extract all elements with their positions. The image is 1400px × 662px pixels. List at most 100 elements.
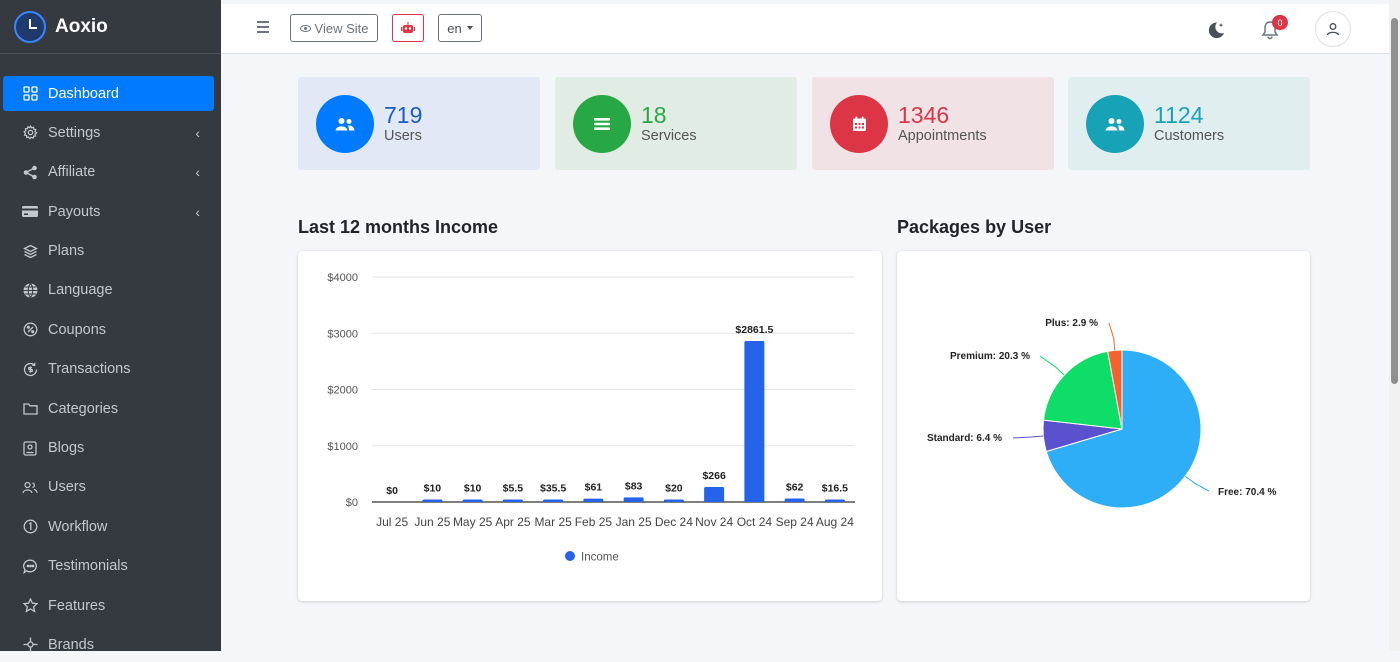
x-tick-label: Sep 24 [776, 515, 814, 529]
stat-card-appointments[interactable]: 1346 Appointments [812, 77, 1054, 170]
users-icon [22, 479, 38, 495]
income-bar-chart: $0 $1000 $2000 $3000 $4000 $0 Jul 25 $10 Jun 25 $… [327, 272, 855, 564]
folder-icon [22, 401, 38, 417]
x-tick-label: May 25 [453, 515, 493, 529]
x-tick-label: Jul 25 [376, 515, 408, 529]
workflow-icon [22, 519, 38, 535]
bar-data-label: $0 [386, 485, 398, 497]
income-bar[interactable] [824, 499, 845, 503]
users-icon [316, 95, 374, 153]
x-tick-label: Jan 25 [616, 515, 652, 529]
stat-value: 18 [641, 102, 667, 128]
globe-icon [22, 282, 38, 298]
income-bar[interactable] [543, 499, 564, 503]
bar-data-label: $61 [585, 482, 603, 494]
bar-data-label: $5.5 [503, 483, 524, 495]
stat-card-services[interactable]: 18 Services [555, 77, 797, 170]
sidebar-item-label: Transactions [48, 361, 131, 378]
sidebar-item-users[interactable]: Users [3, 470, 214, 505]
notification-badge: 0 [1272, 15, 1288, 30]
sidebar-item-affiliate[interactable]: Affiliate ‹ [3, 155, 214, 190]
income-bar[interactable] [422, 499, 443, 503]
income-bar[interactable] [462, 499, 483, 503]
sidebar-menu: Dashboard Settings ‹ Affiliate ‹ Payouts ‹ Plan… [0, 54, 221, 662]
credit-card-icon [22, 204, 38, 220]
sidebar: Aoxio Dashboard Settings ‹ Affiliate ‹ Payout… [0, 0, 221, 653]
x-tick-label: Apr 25 [495, 515, 531, 529]
sidebar-item-categories[interactable]: Categories [3, 391, 214, 426]
x-tick-label: Dec 24 [655, 515, 693, 529]
coupon-icon [22, 322, 38, 338]
sidebar-item-blogs[interactable]: Blogs [3, 431, 214, 466]
ai-robot-button[interactable] [392, 14, 424, 42]
sidebar-item-payouts[interactable]: Payouts ‹ [3, 194, 214, 229]
income-bar[interactable] [583, 498, 604, 502]
sidebar-item-label: Dashboard [48, 85, 119, 102]
bar-data-label: $20 [665, 483, 683, 495]
sidebar-item-workflow[interactable]: Workflow [3, 509, 214, 544]
scrollbar-thumb[interactable] [1391, 18, 1398, 384]
x-tick-label: Jun 25 [414, 515, 450, 529]
page-scrollbar[interactable] [1389, 0, 1400, 651]
sidebar-item-label: Payouts [48, 203, 101, 220]
chevron-left-icon: ‹ [195, 203, 200, 220]
sidebar-item-label: Users [48, 479, 86, 496]
user-avatar-button[interactable] [1315, 11, 1351, 47]
sidebar-item-label: Affiliate [48, 164, 96, 181]
star-icon [22, 598, 38, 614]
x-tick-label: Nov 24 [695, 515, 733, 529]
sidebar-item-plans[interactable]: Plans [3, 234, 214, 269]
sidebar-item-dashboard[interactable]: Dashboard [3, 76, 214, 111]
sidebar-item-language[interactable]: Language [3, 273, 214, 308]
view-site-button[interactable]: View Site [290, 14, 378, 42]
users-icon [1086, 95, 1144, 153]
brand[interactable]: Aoxio [0, 0, 221, 54]
sidebar-item-coupons[interactable]: Coupons [3, 312, 214, 347]
sidebar-item-label: Settings [48, 124, 101, 141]
y-tick-label: $2000 [327, 385, 358, 397]
sidebar-item-label: Language [48, 282, 113, 299]
income-bar[interactable] [623, 497, 644, 502]
stat-label: Appointments [898, 128, 987, 144]
income-bar[interactable] [784, 498, 805, 502]
income-bar[interactable] [704, 487, 725, 502]
transactions-icon [22, 361, 38, 377]
sidebar-item-settings[interactable]: Settings ‹ [3, 115, 214, 150]
bar-data-label: $2861.5 [735, 324, 773, 336]
hamburger-menu-icon[interactable] [257, 21, 269, 33]
sidebar-item-label: Categories [48, 400, 119, 417]
y-tick-label: $0 [346, 497, 358, 509]
income-bar[interactable] [663, 499, 684, 503]
share-icon [22, 164, 38, 180]
dark-mode-moon-icon[interactable] [1206, 20, 1226, 40]
sidebar-item-features[interactable]: Features [3, 588, 214, 623]
bar-data-label: $266 [702, 470, 726, 482]
x-tick-label: Aug 24 [816, 515, 854, 529]
pie-slice-label: Free: 70.4 % [1218, 487, 1276, 498]
chat-icon [22, 558, 38, 574]
stat-label: Customers [1154, 128, 1225, 144]
bar-data-label: $10 [464, 483, 482, 495]
sidebar-item-testimonials[interactable]: Testimonials [3, 549, 214, 584]
sidebar-item-label: Testimonials [48, 558, 128, 575]
brand-name: Aoxio [55, 15, 108, 37]
sidebar-item-transactions[interactable]: Transactions [3, 352, 214, 387]
layers-icon [22, 243, 38, 259]
income-chart-title: Last 12 months Income [298, 217, 499, 237]
eye-icon [299, 24, 311, 32]
language-select[interactable]: en [438, 14, 482, 42]
y-tick-label: $3000 [327, 328, 358, 340]
stat-card-customers[interactable]: 1124 Customers [1068, 77, 1310, 170]
legend-label[interactable]: Income [581, 552, 619, 564]
sidebar-item-brands[interactable]: Brands [3, 627, 214, 662]
view-site-label: View Site [314, 20, 369, 36]
stat-value: 1124 [1154, 102, 1204, 128]
income-bar[interactable] [502, 499, 523, 503]
language-value: en [447, 20, 462, 36]
pie-leader-line [1012, 435, 1044, 439]
stat-card-users[interactable]: 719 Users [298, 77, 540, 170]
income-bar[interactable] [744, 341, 765, 502]
pie-slice-label: Plus: 2.9 % [1045, 318, 1098, 329]
sidebar-item-label: Coupons [48, 321, 107, 338]
calendar-icon [830, 95, 888, 153]
